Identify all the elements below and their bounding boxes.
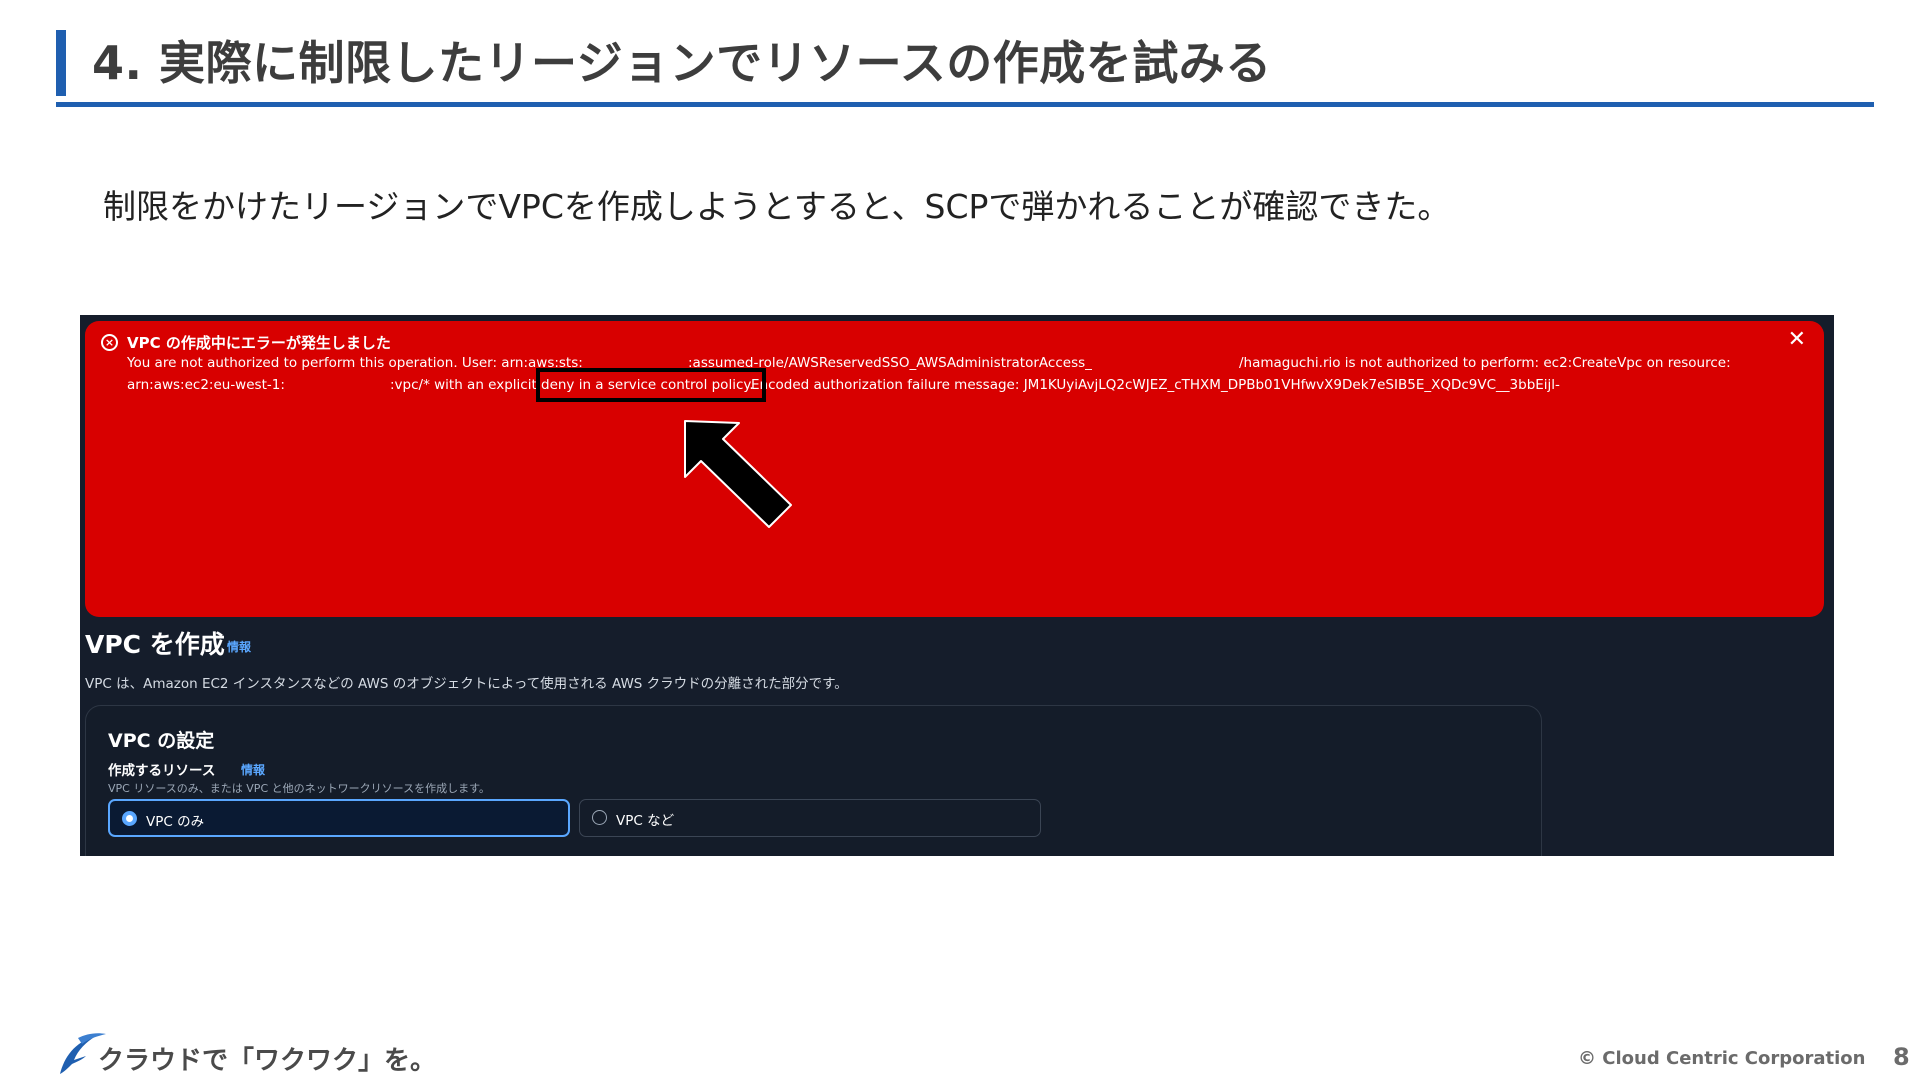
page-heading: VPC を作成	[85, 630, 225, 659]
error-flashbar: × VPC の作成中にエラーが発生しました ✕ You are not auth…	[85, 321, 1824, 617]
page-number: 8	[1893, 1043, 1910, 1071]
error-text: arn:aws:ec2:eu-west-1:	[127, 377, 285, 393]
error-text: /hamaguchi.rio is not authorized to perf…	[1239, 355, 1731, 371]
info-link[interactable]: 情報	[227, 638, 251, 655]
resource-field-label: 作成するリソース	[108, 763, 216, 779]
page-description: VPC は、Amazon EC2 インスタンスなどの AWS のオブジェクトによ…	[85, 676, 848, 692]
info-link[interactable]: 情報	[241, 761, 265, 778]
vpc-settings-panel: VPC の設定 作成するリソース 情報 VPC リソースのみ、または VPC と…	[85, 705, 1542, 856]
close-icon[interactable]: ✕	[1788, 329, 1806, 351]
error-text: Encoded authorization failure message: J…	[751, 377, 1560, 393]
radio-vpc-only[interactable]: VPC のみ	[108, 799, 570, 837]
error-text: :vpc/* with an explicit	[390, 377, 537, 393]
footer-copyright: © Cloud Centric Corporation	[1578, 1048, 1866, 1069]
error-circle-icon: ×	[101, 334, 118, 351]
slide-title: 4. 実際に制限したリージョンでリソースの作成を試みる	[92, 36, 1272, 90]
highlight-box	[536, 368, 766, 402]
footer-tagline: クラウドで「ワクワク」を。	[98, 1046, 437, 1076]
title-underline	[56, 102, 1874, 107]
error-text: You are not authorized to perform this o…	[127, 355, 583, 371]
aws-console-screenshot: × VPC の作成中にエラーが発生しました ✕ You are not auth…	[80, 315, 1834, 856]
resource-field-hint: VPC リソースのみ、または VPC と他のネットワークリソースを作成します。	[108, 782, 490, 795]
slide-subtitle: 制限をかけたリージョンでVPCを作成しようとすると、SCPで弾かれることが確認で…	[103, 187, 1451, 226]
radio-label: VPC のみ	[146, 814, 205, 830]
radio-unselected-icon	[592, 810, 607, 825]
error-title: VPC の作成中にエラーが発生しました	[127, 334, 391, 352]
panel-title: VPC の設定	[108, 730, 215, 752]
radio-label: VPC など	[616, 813, 675, 829]
radio-vpc-and-more[interactable]: VPC など	[579, 799, 1041, 837]
pointer-arrow-icon	[684, 420, 792, 528]
title-accent-bar	[56, 30, 66, 96]
radio-selected-icon	[122, 811, 137, 826]
